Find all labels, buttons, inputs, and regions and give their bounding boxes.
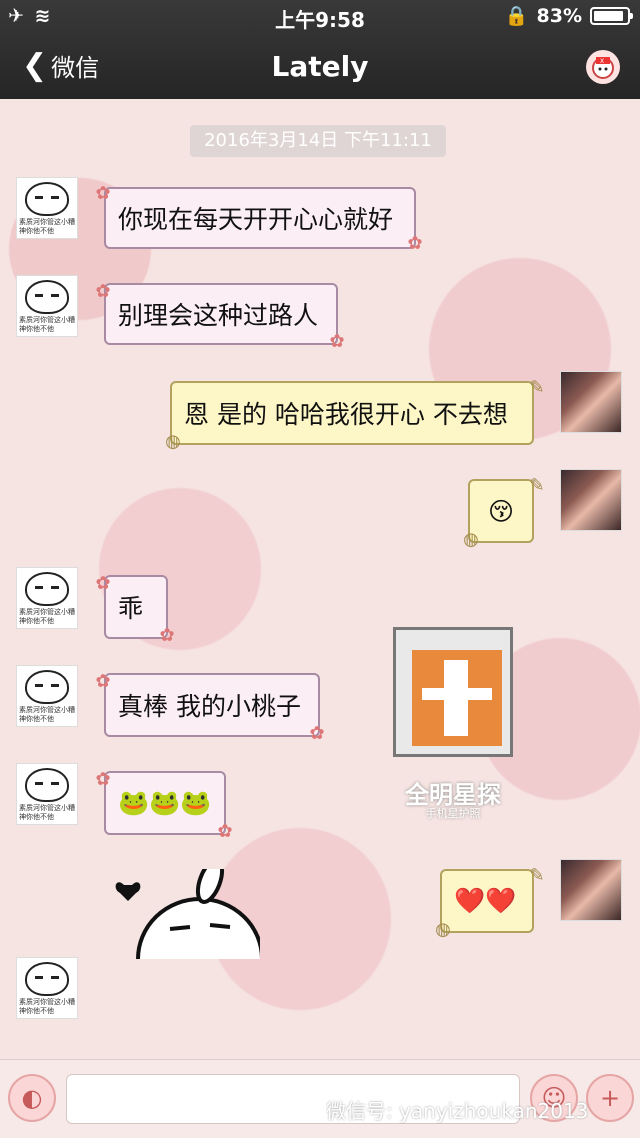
drum-decoration-icon: ◍: [463, 529, 479, 550]
bunny-sticker[interactable]: [110, 858, 264, 1021]
nav-bar: ❮ 微信 Lately X: [0, 40, 640, 96]
avatar-caption: 素质河你管这小糟神你他不他: [19, 218, 75, 235]
flower-decoration-icon: ✿: [95, 671, 111, 692]
friend-avatar[interactable]: 素质河你管这小糟神你他不他: [16, 567, 78, 629]
flower-decoration-icon: ✿: [95, 769, 111, 790]
my-avatar[interactable]: [560, 469, 622, 531]
message-bubble[interactable]: 真棒 我的小桃子: [104, 673, 320, 737]
avatar-caption: 素质河你管这小糟神你他不他: [19, 608, 75, 625]
message-bubble[interactable]: ❤️❤️: [440, 869, 534, 933]
watermark-logo: 全明星探 手机星护照: [388, 627, 518, 827]
flower-decoration-icon: ✿: [95, 183, 111, 204]
drum-decoration-icon: ◍: [435, 919, 451, 940]
watermark-subtitle: 手机星护照: [425, 807, 481, 820]
message-bubble[interactable]: 你现在每天开开心心就好: [104, 187, 416, 249]
chat-title: Lately: [271, 50, 369, 83]
friend-avatar[interactable]: 素质河你管这小糟神你他不他: [16, 177, 78, 239]
flower-decoration-icon: ✿: [95, 573, 111, 594]
flower-decoration-icon: ✿: [95, 281, 111, 302]
battery-percent: 83%: [536, 4, 582, 27]
status-right: 🔒 83%: [504, 4, 633, 27]
rotation-lock-icon: 🔒: [504, 5, 529, 27]
drum-decoration-icon: ◍: [165, 431, 181, 452]
voice-button[interactable]: ◐: [8, 1074, 56, 1122]
friend-avatar[interactable]: 素质河你管这小糟神你他不他: [16, 763, 78, 825]
message-bubble[interactable]: 🐸🐸🐸: [104, 771, 226, 835]
avatar-caption: 素质河你管这小糟神你他不他: [19, 706, 75, 723]
avatar-caption: 素质河你管这小糟神你他不他: [19, 998, 75, 1015]
top-bar: ✈ ≋ 上午9:58 🔒 83% ❮ 微信 Lately X: [0, 0, 640, 99]
my-avatar[interactable]: [560, 371, 622, 433]
flower-decoration-icon: ✿: [217, 821, 233, 842]
battery-icon: [590, 6, 633, 25]
my-avatar[interactable]: [560, 859, 622, 921]
flower-decoration-icon: ✿: [309, 723, 325, 744]
avatar-caption: 素质河你管这小糟神你他不他: [19, 804, 75, 821]
message-bubble[interactable]: 别理会这种过路人: [104, 283, 338, 345]
message-bubble[interactable]: 恩 是的 哈哈我很开心 不去想: [170, 381, 534, 445]
flower-decoration-icon: ✿: [329, 331, 345, 352]
friend-avatar[interactable]: 素质河你管这小糟神你他不他: [16, 275, 78, 337]
friend-avatar[interactable]: 素质河你管这小糟神你他不他: [16, 957, 78, 1019]
speaker-icon: ◐: [21, 1084, 43, 1112]
drum-decoration-icon: ✎: [529, 377, 545, 398]
wechat-account-watermark: 微信号: yanyizhoukan2013: [326, 1099, 589, 1123]
flower-decoration-icon: ✿: [159, 625, 175, 646]
status-bar: ✈ ≋ 上午9:58 🔒 83%: [0, 0, 640, 32]
chat-info-icon[interactable]: X: [586, 50, 620, 84]
avatar-caption: 素质河你管这小糟神你他不他: [19, 316, 75, 333]
drum-decoration-icon: ✎: [529, 475, 545, 496]
svg-text:X: X: [600, 58, 604, 65]
drum-decoration-icon: ✎: [529, 865, 545, 886]
chat-timestamp: 2016年3月14日 下午11:11: [190, 125, 446, 157]
flower-decoration-icon: ✿: [407, 233, 423, 254]
chat-area[interactable]: 2016年3月14日 下午11:11 素质河你管这小糟神你他不他 你现在每天开开…: [0, 99, 640, 1059]
friend-avatar[interactable]: 素质河你管这小糟神你他不他: [16, 665, 78, 727]
